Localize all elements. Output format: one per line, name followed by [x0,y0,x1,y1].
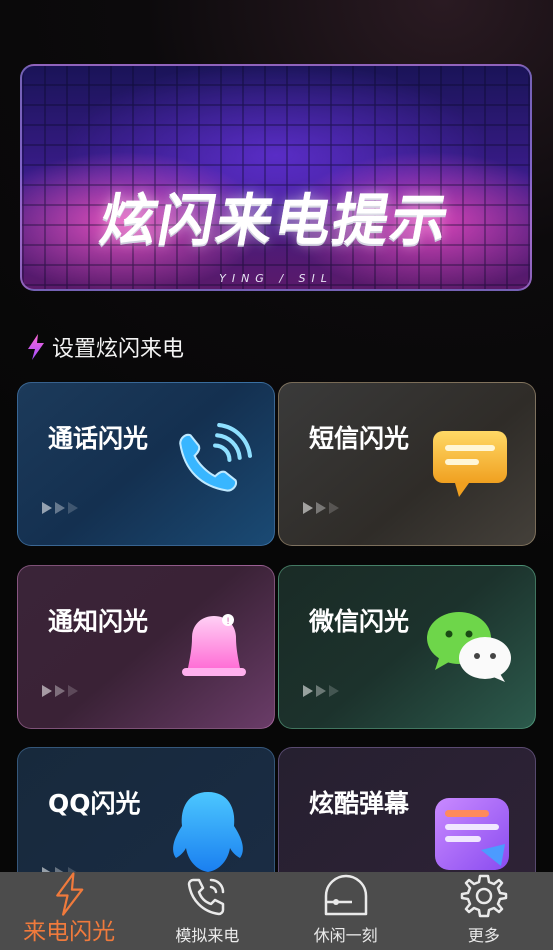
hero-banner[interactable]: 炫闪来电提示 YING / SIL [20,64,532,291]
card-label: 炫酷弹幕 [309,789,410,818]
card-label: 短信闪光 [309,424,410,453]
wechat-flash-card[interactable]: 微信闪光 [278,565,536,729]
phone-call-icon [179,423,252,492]
banner-title: 炫闪来电提示 [95,188,455,254]
bottom-nav: 来电闪光 模拟来电 休闲一刻 更多 [0,872,553,950]
arrows-icon [303,502,339,514]
tab-label: 来电闪光 [23,919,116,945]
tab-simulated-call[interactable]: 模拟来电 [138,872,276,950]
tab-more[interactable]: 更多 [415,872,553,950]
gear-icon [460,874,508,918]
leisure-icon [324,874,367,916]
notification-flash-card[interactable]: 通知闪光 ! [17,565,275,729]
qq-penguin-icon [173,792,243,883]
arrows-icon [42,502,78,514]
lightning-icon [56,872,84,916]
wechat-icon [427,612,511,682]
banner-subtitle: YING / SIL [219,272,333,285]
svg-text:!: ! [226,617,230,627]
sms-flash-card[interactable]: 短信闪光 [278,382,536,546]
danmaku-icon [435,798,509,870]
tab-label: 休闲一刻 [313,926,378,945]
call-flash-card[interactable]: 通话闪光 [17,382,275,546]
card-label: 通知闪光 [48,607,149,636]
arrows-icon [42,685,78,697]
lightning-icon [28,334,44,360]
tab-label: 模拟来电 [175,926,240,945]
tab-incoming-flash[interactable]: 来电闪光 [0,872,138,950]
card-label: QQ闪光 [48,789,141,818]
tab-leisure[interactable]: 休闲一刻 [277,872,415,950]
phone-icon [188,878,225,916]
card-label: 微信闪光 [309,607,410,636]
section-title: 设置炫闪来电 [52,337,185,362]
section-heading: 设置炫闪来电 [26,333,185,362]
card-label: 通话闪光 [48,424,149,453]
arrows-icon [303,685,339,697]
bell-icon: ! [182,614,246,676]
tab-label: 更多 [467,926,500,945]
message-bubble-icon [433,431,507,497]
